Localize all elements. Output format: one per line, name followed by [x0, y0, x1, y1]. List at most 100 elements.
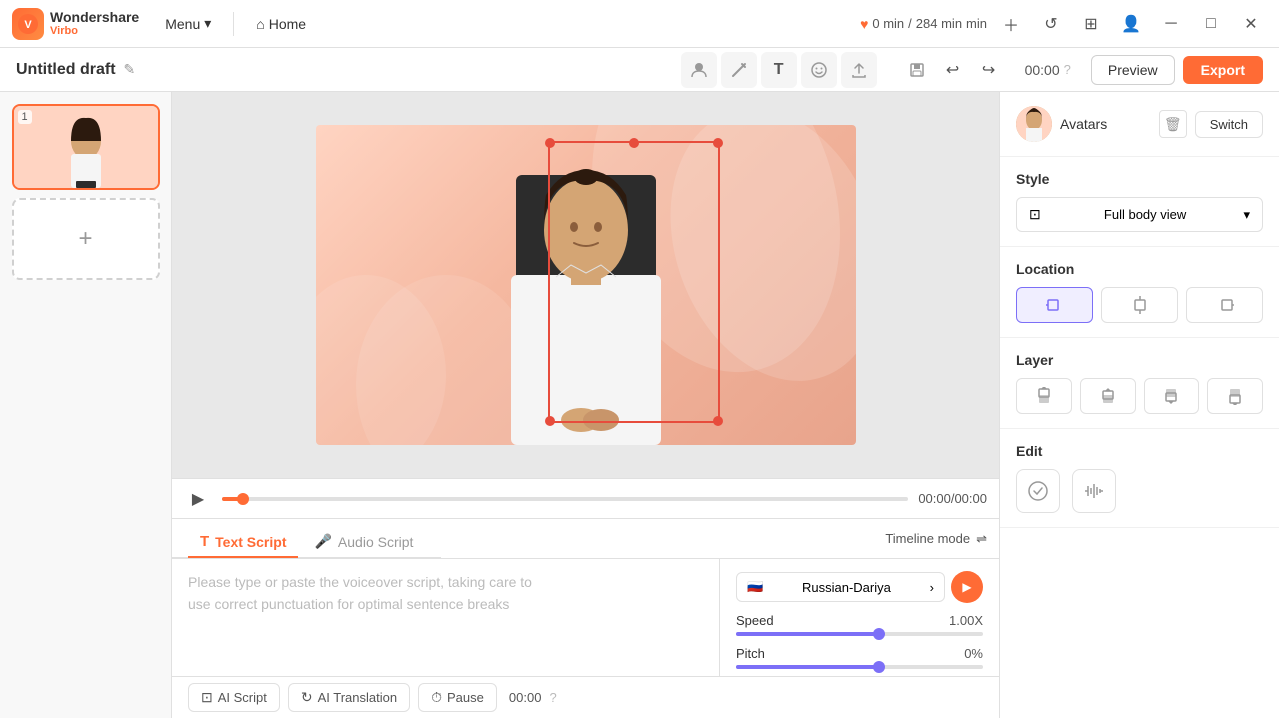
pause-button[interactable]: ⏱ Pause — [418, 683, 497, 712]
send-to-back-button[interactable] — [1207, 378, 1263, 414]
canvas-background — [316, 125, 856, 445]
edit-title-icon[interactable]: ✎ — [124, 61, 136, 78]
location-grid — [1016, 287, 1263, 323]
add-slide-button[interactable]: + — [12, 198, 160, 280]
minimize-button[interactable]: ─ — [1155, 8, 1187, 40]
delete-avatar-button[interactable]: 🗑 — [1159, 110, 1187, 138]
pitch-control: Pitch 0% — [736, 646, 983, 669]
avatar-tool-button[interactable] — [681, 52, 717, 88]
timeline-mode-button[interactable]: Timeline mode ⇌ — [873, 519, 999, 558]
pitch-slider[interactable] — [736, 665, 983, 669]
export-button[interactable]: Export — [1183, 56, 1263, 84]
speed-label-row: Speed 1.00X — [736, 613, 983, 628]
align-left-button[interactable] — [1016, 287, 1093, 323]
ai-script-icon: ⊡ — [201, 689, 213, 706]
timer-value: 00:00 — [1025, 62, 1060, 78]
switch-avatar-button[interactable]: Switch — [1195, 111, 1263, 138]
style-dropdown[interactable]: ⊡ Full body view ▾ — [1016, 197, 1263, 232]
script-area: T Text Script 🎤 Audio Script Timeline mo… — [172, 518, 999, 718]
time-total: 284 min — [916, 16, 962, 31]
audio-script-tab[interactable]: 🎤 Audio Script — [302, 527, 425, 558]
avatar-thumbnail — [1016, 106, 1052, 142]
progress-bar[interactable] — [222, 497, 908, 501]
placeholder-line1: Please type or paste the voiceover scrip… — [188, 574, 532, 590]
play-button[interactable]: ▶ — [184, 485, 212, 513]
speed-thumb[interactable] — [873, 628, 885, 640]
edit-section: Edit — [1000, 429, 1279, 528]
badge-edit-button[interactable] — [1016, 469, 1060, 513]
style-value: Full body view — [1104, 207, 1186, 222]
edit-title: Edit — [1016, 443, 1263, 459]
canvas-container[interactable] — [172, 92, 999, 478]
history-button[interactable]: ↺ — [1035, 8, 1067, 40]
script-content: Please type or paste the voiceover scrip… — [172, 559, 999, 676]
upload-tool-button[interactable] — [841, 52, 877, 88]
text-tool-button[interactable]: T — [761, 52, 797, 88]
bring-forward-button[interactable] — [1080, 378, 1136, 414]
speed-control: Speed 1.00X — [736, 613, 983, 636]
edit-controls — [1016, 469, 1263, 513]
send-backward-button[interactable] — [1144, 378, 1200, 414]
home-button[interactable]: ⌂ Home — [246, 12, 316, 36]
title-bar: Untitled draft ✎ T ↩ ↪ 00:00 ? Preview E… — [0, 48, 1279, 92]
maximize-button[interactable]: □ — [1195, 8, 1227, 40]
export-label: Export — [1201, 62, 1245, 78]
placeholder-text: Please type or paste the voiceover scrip… — [188, 571, 703, 616]
time-used: 0 min — [872, 16, 904, 31]
add-icon: + — [78, 225, 92, 253]
brush-tool-button[interactable] — [721, 52, 757, 88]
pitch-value: 0% — [964, 646, 983, 661]
progress-thumb[interactable] — [237, 493, 249, 505]
time-separator: / — [908, 16, 912, 31]
ai-script-label: AI Script — [218, 690, 267, 705]
text-script-area[interactable]: Please type or paste the voiceover scrip… — [172, 559, 719, 676]
heart-icon: ♥ — [860, 16, 868, 32]
layer-section: Layer — [1000, 338, 1279, 429]
text-script-tab[interactable]: T Text Script — [188, 527, 298, 558]
voice-panel: 🇷🇺 Russian-Dariya › ▶ Speed 1.00X — [719, 559, 999, 676]
text-tab-label: Text Script — [215, 534, 286, 550]
add-button[interactable]: ＋ — [995, 8, 1027, 40]
waveform-edit-button[interactable] — [1072, 469, 1116, 513]
speed-value: 1.00X — [949, 613, 983, 628]
slide-item[interactable]: 1 — [12, 104, 160, 190]
undo-button[interactable]: ↩ — [937, 54, 969, 86]
home-label: Home — [269, 16, 306, 32]
ai-translation-button[interactable]: ↻ AI Translation — [288, 683, 410, 712]
pitch-label-row: Pitch 0% — [736, 646, 983, 661]
chevron-icon: › — [930, 580, 934, 595]
voice-play-button[interactable]: ▶ — [951, 571, 983, 603]
align-center-button[interactable] — [1101, 287, 1178, 323]
app-name: Wondershare — [50, 10, 139, 25]
avatar-name: Avatars — [1060, 116, 1151, 132]
script-tabs: T Text Script 🎤 Audio Script — [172, 519, 441, 558]
menu-button[interactable]: Menu ▾ — [155, 11, 221, 36]
svg-text:V: V — [24, 19, 32, 31]
location-title: Location — [1016, 261, 1263, 277]
menu-label: Menu — [165, 16, 200, 32]
min-label: min — [966, 16, 987, 31]
style-chevron-icon: ▾ — [1243, 207, 1250, 223]
slide-number: 1 — [18, 110, 32, 124]
voice-dropdown[interactable]: 🇷🇺 Russian-Dariya › — [736, 572, 945, 602]
user-button[interactable]: 👤 — [1115, 8, 1147, 40]
bring-to-front-button[interactable] — [1016, 378, 1072, 414]
face-tool-button[interactable] — [801, 52, 837, 88]
logo: V Wondershare Virbo — [12, 8, 139, 40]
grid-button[interactable]: ⊞ — [1075, 8, 1107, 40]
ai-script-button[interactable]: ⊡ AI Script — [188, 683, 280, 712]
timer-display: 00:00 ? — [1025, 62, 1071, 78]
style-title: Style — [1016, 171, 1263, 187]
layer-controls — [1016, 378, 1263, 414]
style-icon: ⊡ — [1029, 206, 1041, 223]
pitch-thumb[interactable] — [873, 661, 885, 673]
align-right-button[interactable] — [1186, 287, 1263, 323]
pitch-fill — [736, 665, 879, 669]
save-button[interactable] — [901, 54, 933, 86]
speed-slider[interactable] — [736, 632, 983, 636]
pause-icon: ⏱ — [431, 689, 442, 706]
redo-button[interactable]: ↪ — [973, 54, 1005, 86]
speed-label: Speed — [736, 613, 774, 628]
preview-button[interactable]: Preview — [1091, 55, 1175, 85]
close-button[interactable]: ✕ — [1235, 8, 1267, 40]
